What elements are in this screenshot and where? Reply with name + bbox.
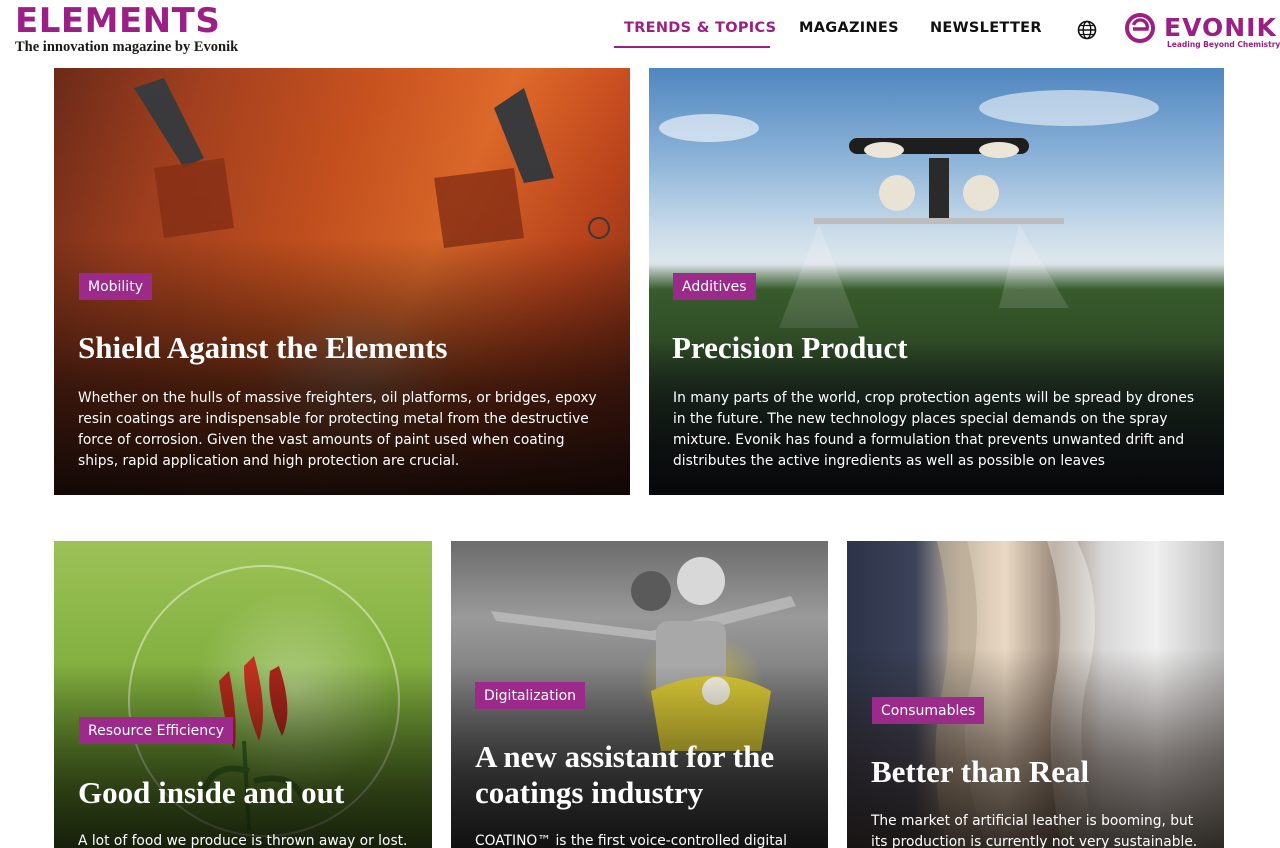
article-card-better-than-real[interactable]: Consumables Better than Real The market … (847, 541, 1224, 848)
site-header: ELEMENTS The innovation magazine by Evon… (0, 0, 1280, 64)
card-description: The market of artificial leather is boom… (871, 813, 1198, 848)
nav-trends-topics[interactable]: TRENDS & TOPICS (624, 20, 776, 36)
category-tag[interactable]: Additives (673, 273, 756, 300)
brand-logo[interactable]: ELEMENTS The innovation magazine by Evon… (15, 4, 238, 56)
card-title[interactable]: Good inside and out (78, 775, 418, 811)
category-tag[interactable]: Digitalization (475, 682, 586, 709)
nav-magazines[interactable]: MAGAZINES (799, 20, 899, 36)
category-tag[interactable]: Consumables (872, 697, 985, 724)
article-card-coatings-assistant[interactable]: Digitalization A new assistant for the c… (451, 541, 828, 848)
category-tag[interactable]: Resource Efficiency (79, 717, 234, 744)
nav-newsletter[interactable]: NEWSLETTER (930, 20, 1042, 36)
brand-title: ELEMENTS (15, 1, 221, 41)
evonik-tagline: Leading Beyond Chemistry (1167, 40, 1280, 49)
card-description: A lot of food we produce is thrown away … (78, 833, 408, 848)
card-title[interactable]: Shield Against the Elements (78, 330, 618, 366)
card-description: In many parts of the world, crop protect… (673, 390, 1195, 469)
article-card-shield[interactable]: Mobility Shield Against the Elements Whe… (54, 68, 630, 495)
article-card-good-inside[interactable]: Resource Efficiency Good inside and out … (54, 541, 432, 848)
evonik-logo[interactable]: EVONIK Leading Beyond Chemistry (1124, 12, 1280, 52)
card-title[interactable]: Precision Product (672, 330, 1212, 366)
card-title[interactable]: Better than Real (871, 754, 1211, 790)
category-tag[interactable]: Mobility (79, 273, 152, 300)
article-card-precision[interactable]: Additives Precision Product In many part… (649, 68, 1224, 495)
nav-active-indicator (614, 46, 770, 48)
card-description: COATINO™ is the first voice-controlled d… (475, 833, 787, 848)
card-title[interactable]: A new assistant for the coatings industr… (475, 739, 815, 811)
card-description: Whether on the hulls of massive freighte… (78, 390, 597, 469)
globe-icon[interactable] (1077, 20, 1097, 40)
brand-subtitle: The innovation magazine by Evonik (15, 39, 239, 55)
evonik-mark-icon (1125, 13, 1155, 43)
evonik-wordmark: EVONIK (1164, 13, 1277, 42)
